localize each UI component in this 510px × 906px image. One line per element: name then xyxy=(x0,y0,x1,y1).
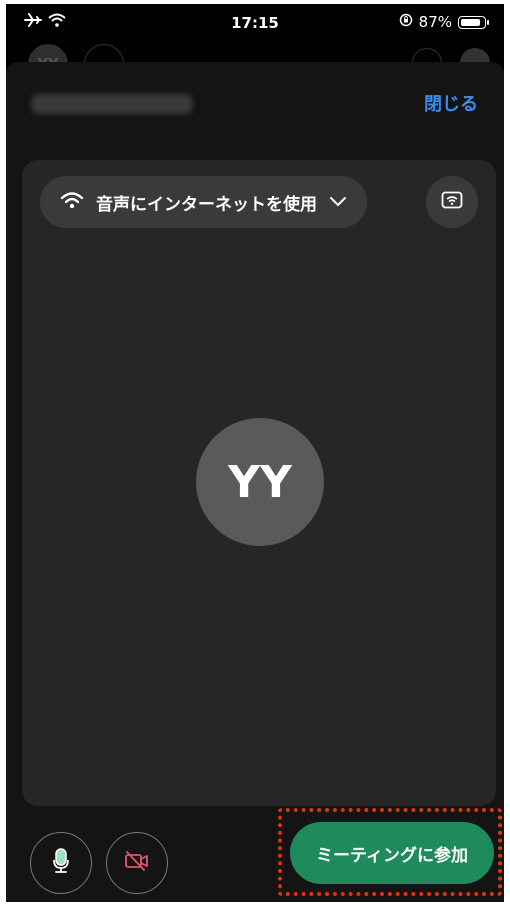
close-button[interactable]: 閉じる xyxy=(424,90,478,116)
video-preview: 音声にインターネットを使用 YY xyxy=(22,160,496,806)
share-screen-button[interactable] xyxy=(426,176,478,228)
microphone-toggle-button[interactable] xyxy=(30,832,92,894)
user-avatar: YY xyxy=(196,418,324,546)
status-right: 87% xyxy=(399,13,489,31)
share-screen-icon xyxy=(441,191,463,213)
audio-option-label: 音声にインターネットを使用 xyxy=(96,194,317,215)
microphone-icon xyxy=(50,847,72,879)
orientation-lock-icon xyxy=(399,13,413,31)
join-meeting-button[interactable]: ミーティングに参加 xyxy=(290,822,494,884)
meeting-title-blurred xyxy=(32,94,192,114)
chevron-down-icon xyxy=(329,192,347,212)
battery-fill xyxy=(461,18,481,26)
join-meeting-sheet: 閉じる 音声にインターネットを使用 YY ミーティングに参加 xyxy=(6,62,504,902)
phone-screen: 17:15 87% YY 閉じる 音声にインターネットを使用 xyxy=(6,4,504,902)
wifi-icon xyxy=(60,191,84,214)
camera-toggle-button[interactable] xyxy=(106,832,168,894)
battery-percent: 87% xyxy=(418,13,452,31)
audio-option-dropdown[interactable]: 音声にインターネットを使用 xyxy=(40,176,367,228)
status-bar: 17:15 87% xyxy=(6,4,504,40)
battery-icon xyxy=(458,15,489,29)
camera-off-icon xyxy=(124,850,150,876)
